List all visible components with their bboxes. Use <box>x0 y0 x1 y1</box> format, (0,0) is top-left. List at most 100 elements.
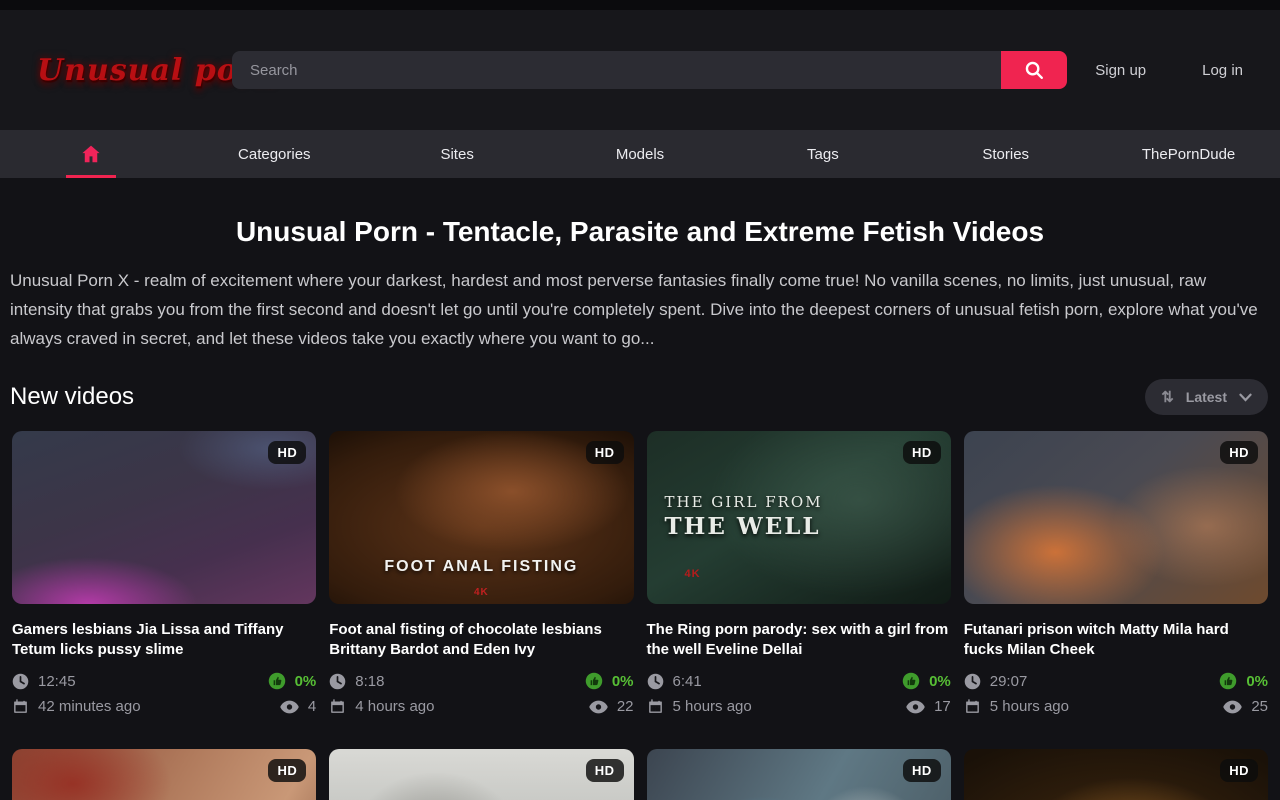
site-logo[interactable]: Unusual porn <box>37 53 222 88</box>
sort-dropdown[interactable]: ⇅ Latest <box>1145 379 1268 415</box>
home-icon <box>80 143 102 165</box>
search-form <box>232 51 1067 89</box>
calendar-icon <box>647 698 664 715</box>
video-age: 5 hours ago <box>990 698 1069 715</box>
video-card[interactable]: HD <box>12 749 316 800</box>
sort-arrows-icon: ⇅ <box>1161 388 1174 406</box>
video-title[interactable]: Futanari prison witch Matty Mila hard fu… <box>964 620 1268 660</box>
eye-icon <box>589 700 608 714</box>
video-title[interactable]: Gamers lesbians Jia Lissa and Tiffany Te… <box>12 620 316 660</box>
eye-icon <box>906 700 925 714</box>
chevron-down-icon <box>1239 393 1252 402</box>
thumbnail-4k-tag: 4K <box>685 568 701 580</box>
hd-badge: HD <box>268 759 306 782</box>
hd-badge: HD <box>1220 441 1258 464</box>
video-duration: 8:18 <box>355 673 384 690</box>
main-content: Unusual Porn - Tentacle, Parasite and Ex… <box>0 216 1280 800</box>
search-input[interactable] <box>232 51 1001 89</box>
video-grid: HD Gamers lesbians Jia Lissa and Tiffany… <box>12 431 1268 800</box>
video-card[interactable]: HD Gamers lesbians Jia Lissa and Tiffany… <box>12 431 316 715</box>
calendar-icon <box>329 698 346 715</box>
video-meta: 42 minutes ago 4 <box>12 698 316 715</box>
video-rating: 0% <box>929 673 951 690</box>
hd-badge: HD <box>586 759 624 782</box>
video-meta: 5 hours ago 17 <box>647 698 951 715</box>
thumbnail-4k-tag: 4K <box>329 587 633 598</box>
site-header: Unusual porn Sign up Log in <box>0 10 1280 130</box>
clock-icon <box>964 673 981 690</box>
hd-badge: HD <box>268 441 306 464</box>
nav-item-categories[interactable]: Categories <box>183 130 366 178</box>
thumbs-up-icon <box>268 672 286 690</box>
thumbs-up-icon <box>585 672 603 690</box>
section-title: New videos <box>10 383 134 411</box>
video-title[interactable]: The Ring porn parody: sex with a girl fr… <box>647 620 951 660</box>
video-duration: 29:07 <box>990 673 1028 690</box>
hd-badge: HD <box>903 759 941 782</box>
thumbs-up-icon <box>902 672 920 690</box>
sort-dropdown-label: Latest <box>1186 389 1227 405</box>
nav-item-home[interactable] <box>0 130 183 178</box>
video-views: 22 <box>617 698 634 715</box>
video-thumbnail[interactable]: HD <box>647 749 951 800</box>
search-icon <box>1023 59 1045 81</box>
video-views: 25 <box>1251 698 1268 715</box>
video-card[interactable]: HD Futanari prison witch Matty Mila hard… <box>964 431 1268 715</box>
video-card[interactable]: HD <box>964 749 1268 800</box>
video-duration: 6:41 <box>673 673 702 690</box>
clock-icon <box>329 673 346 690</box>
nav-item-stories[interactable]: Stories <box>914 130 1097 178</box>
video-age: 5 hours ago <box>673 698 752 715</box>
video-age: 4 hours ago <box>355 698 434 715</box>
login-link[interactable]: Log in <box>1202 62 1243 79</box>
auth-links: Sign up Log in <box>1095 62 1243 79</box>
thumbnail-caption: THE GIRL FROM THE WELL <box>665 493 823 540</box>
top-strip <box>0 0 1280 10</box>
video-meta: 8:18 0% <box>329 672 633 690</box>
video-thumbnail[interactable]: HD <box>964 431 1268 604</box>
video-thumbnail[interactable]: HD <box>964 749 1268 800</box>
calendar-icon <box>12 698 29 715</box>
video-card[interactable]: HD <box>329 749 633 800</box>
video-rating: 0% <box>1246 673 1268 690</box>
video-views: 4 <box>308 698 316 715</box>
nav-item-tags[interactable]: Tags <box>731 130 914 178</box>
video-meta: 29:07 0% <box>964 672 1268 690</box>
clock-icon <box>647 673 664 690</box>
video-thumbnail[interactable]: HD <box>329 749 633 800</box>
video-thumbnail[interactable]: HD FOOT ANAL FISTING 4K <box>329 431 633 604</box>
page-title: Unusual Porn - Tentacle, Parasite and Ex… <box>0 216 1280 248</box>
eye-icon <box>1223 700 1242 714</box>
video-card[interactable]: HD FOOT ANAL FISTING 4K Foot anal fistin… <box>329 431 633 715</box>
eye-icon <box>280 700 299 714</box>
video-thumbnail[interactable]: HD THE GIRL FROM THE WELL 4K <box>647 431 951 604</box>
calendar-icon <box>964 698 981 715</box>
video-meta: 5 hours ago 25 <box>964 698 1268 715</box>
video-meta: 4 hours ago 22 <box>329 698 633 715</box>
thumbs-up-icon <box>1219 672 1237 690</box>
video-meta: 6:41 0% <box>647 672 951 690</box>
video-thumbnail[interactable]: HD <box>12 431 316 604</box>
video-rating: 0% <box>612 673 634 690</box>
search-button[interactable] <box>1001 51 1067 89</box>
hd-badge: HD <box>903 441 941 464</box>
hd-badge: HD <box>586 441 624 464</box>
video-meta: 12:45 0% <box>12 672 316 690</box>
video-duration: 12:45 <box>38 673 76 690</box>
signup-link[interactable]: Sign up <box>1095 62 1146 79</box>
nav-item-sites[interactable]: Sites <box>366 130 549 178</box>
video-rating: 0% <box>295 673 317 690</box>
clock-icon <box>12 673 29 690</box>
section-header: New videos ⇅ Latest <box>10 379 1268 415</box>
video-views: 17 <box>934 698 951 715</box>
nav-item-theporndude[interactable]: ThePornDude <box>1097 130 1280 178</box>
video-thumbnail[interactable]: HD <box>12 749 316 800</box>
hd-badge: HD <box>1220 759 1258 782</box>
video-title[interactable]: Foot anal fisting of chocolate lesbians … <box>329 620 633 660</box>
video-card[interactable]: HD <box>647 749 951 800</box>
video-age: 42 minutes ago <box>38 698 141 715</box>
page-description: Unusual Porn X - realm of excitement whe… <box>10 266 1270 353</box>
nav-item-models[interactable]: Models <box>549 130 732 178</box>
video-card[interactable]: HD THE GIRL FROM THE WELL 4K The Ring po… <box>647 431 951 715</box>
thumbnail-caption: FOOT ANAL FISTING <box>329 558 633 576</box>
